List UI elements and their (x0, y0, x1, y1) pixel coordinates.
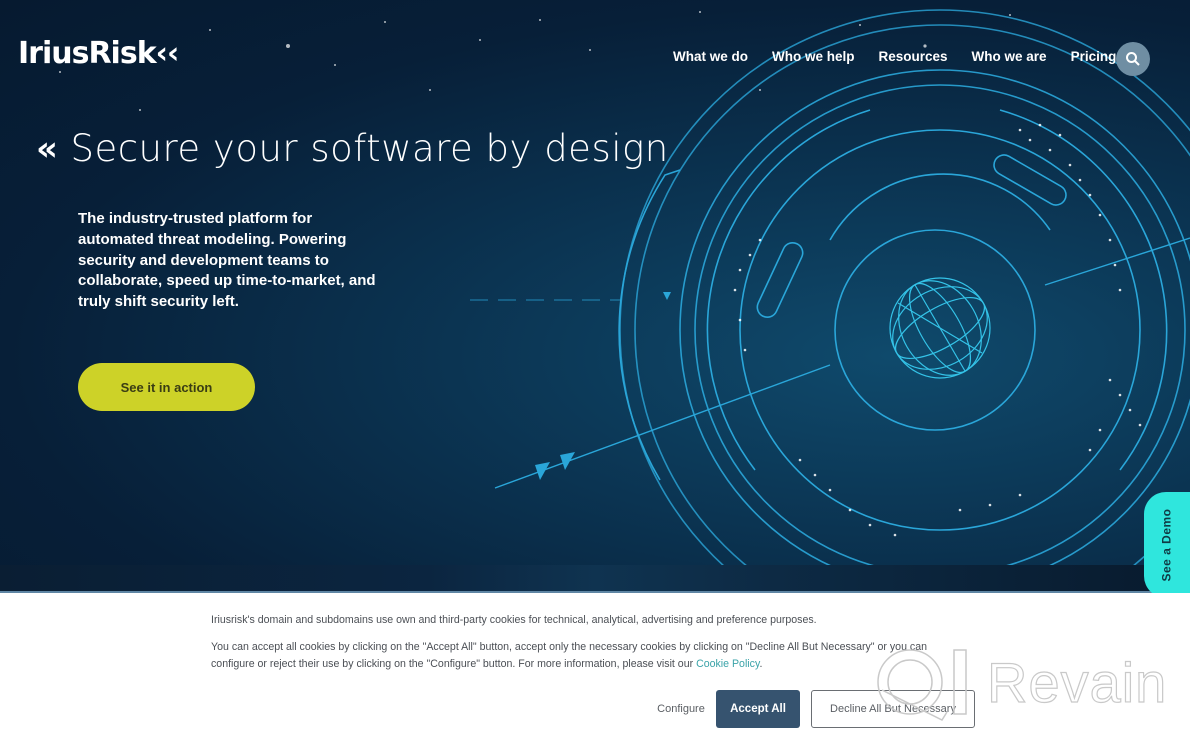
search-icon (1126, 52, 1140, 66)
hero-description: The industry-trusted platform for automa… (78, 210, 376, 311)
cookie-text-intro: Iriusrisk's domain and subdomains use ow… (211, 614, 817, 626)
logo[interactable]: IriusRisk‹‹ (18, 36, 180, 71)
nav-item-resources[interactable]: Resources (879, 49, 948, 64)
search-button[interactable] (1116, 42, 1150, 76)
logo-chevron-icon: ‹‹ (155, 36, 180, 71)
page-title: « Secure your software by design (36, 127, 669, 170)
logo-text: IriusRisk (18, 36, 157, 71)
main-nav: What we do Who we help Resources Who we … (673, 49, 1140, 64)
decline-all-but-necessary-button[interactable]: Decline All But Necessary (811, 690, 975, 728)
see-a-demo-tab[interactable]: See a Demo (1144, 492, 1190, 593)
globe-icon (889, 277, 991, 379)
nav-item-what-we-do[interactable]: What we do (673, 49, 748, 64)
arrow-markers (535, 292, 671, 480)
scan-lines (470, 237, 1190, 489)
see-it-in-action-button[interactable]: See it in action (78, 363, 255, 411)
cookie-details-text: You can accept all cookies by clicking o… (211, 641, 927, 670)
cookie-text-details: You can accept all cookies by clicking o… (211, 639, 971, 673)
double-chevron-icon: « (36, 128, 59, 169)
radar-rings (618, 9, 1190, 593)
cookie-banner: Iriusrisk's domain and subdomains use ow… (0, 593, 1190, 753)
accept-all-button[interactable]: Accept All (716, 690, 800, 728)
configure-button[interactable]: Configure (648, 690, 714, 727)
demo-tab-label: See a Demo (1160, 508, 1175, 582)
nav-item-who-we-help[interactable]: Who we help (772, 49, 855, 64)
cookie-details-end: . (759, 658, 763, 670)
cookie-policy-link[interactable]: Cookie Policy (696, 658, 759, 670)
nav-item-pricing[interactable]: Pricing (1071, 49, 1117, 64)
dot-pattern (733, 123, 1142, 537)
hero-bottom-strip (0, 565, 1190, 593)
nav-item-who-we-are[interactable]: Who we are (972, 49, 1047, 64)
headline-text: Secure your software by design (70, 127, 669, 170)
hero-section: IriusRisk‹‹ What we do Who we help Resou… (0, 0, 1190, 593)
